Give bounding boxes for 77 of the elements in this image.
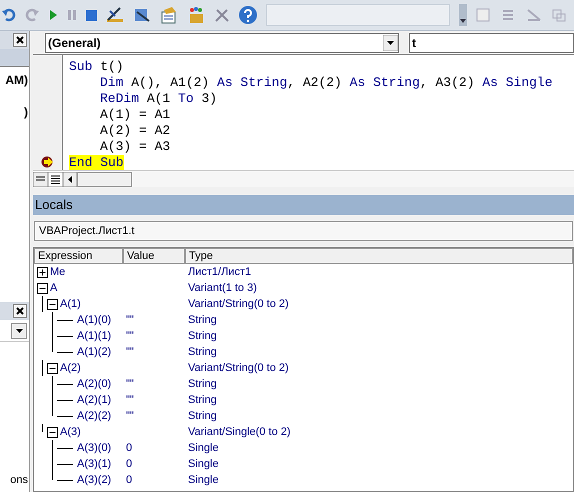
- expression-text: A(2)(2): [77, 408, 112, 424]
- code-line: ReDim A(1 To 3): [100, 91, 218, 107]
- value-text: 0: [126, 458, 132, 470]
- expression-text: Me: [49, 264, 66, 280]
- type-text: String: [188, 378, 217, 390]
- type-text: Single: [188, 458, 219, 470]
- code-line: A(2) = A2: [100, 123, 170, 139]
- expression-text: A(3)(0): [77, 440, 112, 456]
- panel-toolbar: [0, 49, 29, 67]
- procedure-view-icon[interactable]: [33, 172, 48, 186]
- type-text: Single: [188, 474, 219, 486]
- expression-text: A(3)(2): [77, 472, 112, 488]
- expression-text: A(1)(0): [77, 312, 112, 328]
- code-line: Sub t(): [69, 59, 124, 75]
- caret-icon: [383, 34, 398, 50]
- column-header[interactable]: Type: [185, 248, 573, 264]
- expand-icon[interactable]: [37, 266, 48, 278]
- tools-icon[interactable]: [214, 7, 230, 23]
- value-text: "": [126, 314, 134, 326]
- type-text: Single: [188, 442, 219, 454]
- caret-icon: [16, 328, 22, 332]
- expression-text: A(1)(1): [77, 328, 112, 344]
- toolbar-options-icon[interactable]: [459, 4, 467, 26]
- execution-arrow-icon: [40, 156, 54, 168]
- toolbar-field[interactable]: [266, 4, 450, 26]
- close-icon[interactable]: [13, 304, 27, 318]
- code-line: A(3) = A3: [100, 139, 170, 155]
- object-dropdown[interactable]: (General): [45, 32, 399, 52]
- value-text: "": [126, 330, 134, 342]
- type-text: Лист1/Лист1: [188, 266, 252, 278]
- value-text: 0: [126, 474, 132, 486]
- undo-icon[interactable]: [2, 8, 16, 22]
- code-line: A(1) = A1: [100, 107, 170, 123]
- expression-text: A(1)(2): [77, 344, 112, 360]
- type-text: Variant/String(0 to 2): [188, 298, 289, 310]
- type-text: String: [188, 346, 217, 358]
- help-icon[interactable]: [239, 6, 257, 24]
- expression-text: A(3)(1): [77, 456, 112, 472]
- type-text: String: [188, 314, 217, 326]
- expression-text: A(3): [59, 424, 81, 440]
- expression-text: A(2)(1): [77, 392, 112, 408]
- scroll-thumb[interactable]: [77, 172, 132, 186]
- tree-item[interactable]: AM): [5, 71, 28, 89]
- procedure-dropdown[interactable]: t: [409, 32, 574, 52]
- expression-text: A(2)(0): [77, 376, 112, 392]
- stop-icon[interactable]: [86, 10, 97, 20]
- scroll-left-icon[interactable]: [63, 172, 77, 186]
- close-icon[interactable]: [13, 33, 27, 47]
- collapse-icon[interactable]: [47, 298, 58, 310]
- code-line: Dim A(), A1(2) As String, A2(2) As String, A3(2) As Single: [100, 75, 553, 91]
- collapse-icon[interactable]: [47, 362, 58, 374]
- module-view-icon[interactable]: [48, 172, 63, 186]
- expression-text: A: [49, 280, 58, 296]
- collapse-icon[interactable]: [47, 426, 58, 438]
- type-text: String: [188, 410, 217, 422]
- collapse-icon[interactable]: [37, 282, 48, 294]
- value-text: "": [126, 378, 134, 390]
- type-text: String: [188, 330, 217, 342]
- pane-title: Locals: [35, 196, 73, 214]
- play-icon[interactable]: [48, 9, 58, 21]
- column-header[interactable]: Expression: [34, 248, 123, 264]
- dropdown-button[interactable]: [11, 322, 27, 338]
- type-text: Variant(1 to 3): [188, 282, 257, 294]
- value-text: "": [126, 346, 134, 358]
- dropdown-value: (General): [48, 34, 101, 52]
- column-header[interactable]: Value: [123, 248, 185, 264]
- type-text: String: [188, 394, 217, 406]
- value-text: 0: [126, 442, 132, 454]
- context-text: VBAProject.Лист1.t: [39, 224, 134, 239]
- tree-item[interactable]: ): [24, 103, 28, 121]
- expression-text: A(1): [59, 296, 81, 312]
- type-text: Variant/String(0 to 2): [188, 362, 289, 374]
- type-text: Variant/Single(0 to 2): [188, 426, 291, 438]
- value-text: "": [126, 394, 134, 406]
- list-item[interactable]: ons: [10, 472, 28, 488]
- value-text: "": [126, 410, 134, 422]
- expression-text: A(2): [59, 360, 81, 376]
